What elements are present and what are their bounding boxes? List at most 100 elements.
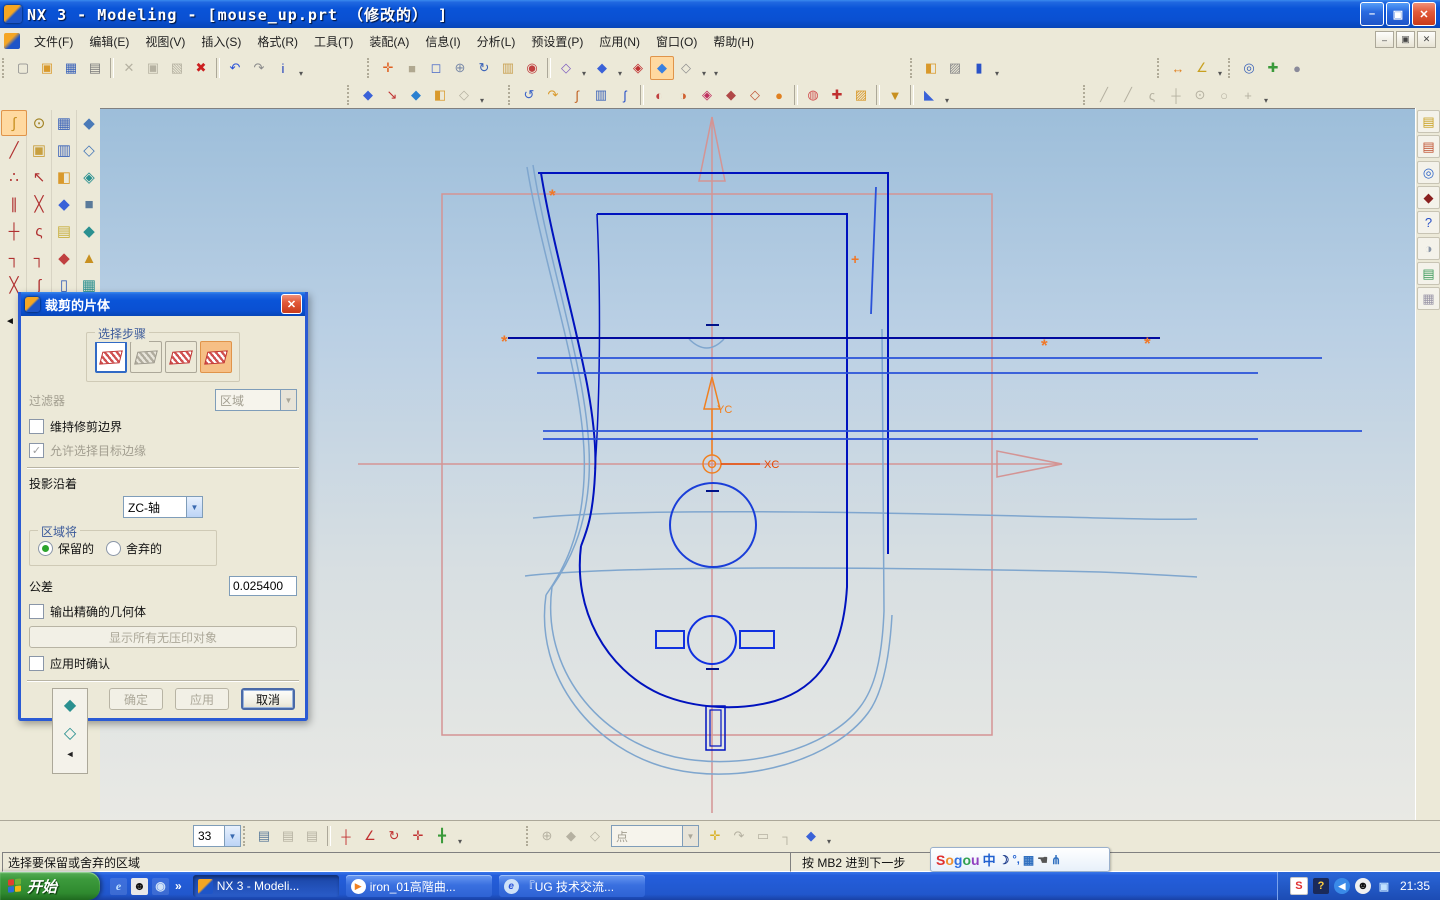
child-restore-button[interactable]: ▣ <box>1396 31 1415 48</box>
ime-mode-chinese[interactable]: 中 <box>983 850 996 869</box>
measure-angle-icon[interactable]: ∠ <box>1190 56 1214 80</box>
scroll-wheel-circle[interactable] <box>670 483 756 567</box>
face-analysis-display-icon[interactable]: ◈ <box>626 56 650 80</box>
hide-icons-chevron-icon[interactable]: ◀ <box>1334 878 1350 894</box>
point-set-icon[interactable]: ∴ <box>1 164 27 190</box>
form-feature-overflow[interactable]: ▾ <box>476 83 488 108</box>
mdi-child-icon[interactable] <box>4 33 20 49</box>
panel-collapse-arrow-icon[interactable]: ◄ <box>5 316 15 327</box>
soft-keyboard-icon[interactable]: ▦ <box>1023 853 1034 867</box>
sogou-logo[interactable]: Sogou <box>936 852 980 868</box>
parallel-line-icon[interactable]: ∥ <box>1 191 27 217</box>
wireframe-display-icon[interactable]: ◇ <box>554 56 578 80</box>
boundary-objects-step-button[interactable] <box>130 341 162 373</box>
toolbar-grip[interactable] <box>910 58 917 78</box>
extrude-body-icon[interactable]: ◧ <box>51 164 77 190</box>
measure-toolbar-overflow[interactable]: ▾ <box>1214 56 1226 81</box>
wcs-triad[interactable]: YC XC <box>703 377 779 473</box>
cancel-button[interactable]: 取消 <box>241 688 295 710</box>
fillet-curve-icon[interactable]: ┐ <box>1 245 27 271</box>
trim-sheet-dialog[interactable]: 裁剪的片体 ✕ 选择步骤 过滤器 区域 ▼ 维持修剪边界 <box>18 292 308 721</box>
restore-button[interactable]: ▣ <box>1386 2 1410 26</box>
sketch-icon[interactable]: ◆ <box>404 83 428 107</box>
menu-edit[interactable]: 编辑(E) <box>81 30 137 53</box>
studio-spline-icon[interactable]: ς <box>26 218 52 244</box>
punctuation-toggle[interactable]: °, <box>1012 854 1019 866</box>
perspective-icon[interactable]: ◉ <box>520 56 544 80</box>
menu-file[interactable]: 文件(F) <box>26 30 81 53</box>
utility-toolbar-overflow[interactable]: ▾ <box>454 824 466 849</box>
profile-sketch-icon[interactable]: ∫ <box>1 110 27 136</box>
surface-toolbar-overflow[interactable]: ▾ <box>941 83 953 108</box>
region-select-step-button[interactable] <box>200 341 232 373</box>
law-extension-icon[interactable]: ◈ <box>695 83 719 107</box>
copy-icon[interactable]: ▣ <box>141 56 165 80</box>
save-part-icon[interactable]: ▦ <box>59 56 83 80</box>
quilt-icon[interactable]: ✚ <box>825 83 849 107</box>
ruled-sheet-icon[interactable]: ◇ <box>76 137 102 163</box>
ime-settings-wrench-icon[interactable]: ⋔ <box>1051 853 1061 867</box>
child-minimize-button[interactable]: – <box>1375 31 1394 48</box>
paste-icon[interactable]: ▧ <box>165 56 189 80</box>
spline-curve-icon[interactable]: ς <box>1140 83 1164 107</box>
quick-trim-icon[interactable]: ╳ <box>26 191 52 217</box>
csys-constructor-icon[interactable]: ◆ <box>799 824 823 848</box>
module-icon[interactable]: ● <box>1285 56 1309 80</box>
curve-length-icon[interactable]: ▣ <box>26 137 52 163</box>
unite-icon[interactable]: ◇ <box>452 83 476 107</box>
shaded-dropdown-caret[interactable]: ▾ <box>614 56 626 81</box>
sogou-ime-bar[interactable]: Sogou 中 ☽ °, ▦ ☚ ⋔ <box>930 847 1110 872</box>
help-icon[interactable]: ? <box>1417 211 1440 234</box>
confirm-on-apply-checkbox[interactable] <box>29 656 44 671</box>
wcs-dynamics-icon[interactable]: ┼ <box>334 824 358 848</box>
keep-boundary-checkbox[interactable] <box>29 419 44 434</box>
layer-category-icon[interactable]: ▤ <box>300 824 324 848</box>
close-button[interactable]: ✕ <box>1412 2 1436 26</box>
sphere-surface-icon[interactable]: ● <box>767 83 791 107</box>
instance-feature-icon[interactable]: ◧ <box>428 83 452 107</box>
circle-center-icon[interactable]: ⊙ <box>1188 83 1212 107</box>
ime-menu-icon[interactable]: ☚ <box>1037 853 1048 867</box>
redo-icon[interactable]: ↷ <box>247 56 271 80</box>
part-toolbar-overflow[interactable]: ▾ <box>991 56 1003 81</box>
measure-bodies-icon[interactable]: ◆ <box>51 245 77 271</box>
fit-view-icon[interactable]: ✛ <box>376 56 400 80</box>
boolean-body-icon[interactable]: ◆ <box>51 191 77 217</box>
roles-palette-icon[interactable]: ▤ <box>1417 262 1440 285</box>
swept-icon[interactable]: ∫ <box>565 83 589 107</box>
menu-help[interactable]: 帮助(H) <box>705 30 762 53</box>
menu-tools[interactable]: 工具(T) <box>306 30 361 53</box>
vector-constructor-icon[interactable]: ┐ <box>775 824 799 848</box>
circle-curve-icon[interactable]: ○ <box>1212 83 1236 107</box>
minimize-button[interactable]: – <box>1360 2 1384 26</box>
point-constructor-icon[interactable]: ✛ <box>703 824 727 848</box>
taskbar-task-1[interactable]: NX 3 - Modeli... <box>193 875 339 897</box>
menu-insert[interactable]: 插入(S) <box>193 30 249 53</box>
information-window-icon[interactable]: i <box>271 56 295 80</box>
menu-format[interactable]: 格式(R) <box>249 30 306 53</box>
toolbar-grip[interactable] <box>243 826 250 846</box>
zoom-filled-icon[interactable]: ■ <box>400 56 424 80</box>
projection-vector-step-button[interactable] <box>165 341 197 373</box>
toolbar-grip[interactable] <box>1157 58 1164 78</box>
print-icon[interactable]: ▤ <box>83 56 107 80</box>
basic-curve-line-icon[interactable]: ╱ <box>1 137 27 163</box>
menu-preferences[interactable]: 预设置(P) <box>523 30 591 53</box>
materials-palette-icon[interactable]: ◆ <box>1417 186 1440 209</box>
open-part-icon[interactable]: ▣ <box>35 56 59 80</box>
ie-quick-launch-icon[interactable]: e <box>110 878 127 895</box>
partially-shaded-icon[interactable]: ◇ <box>674 56 698 80</box>
menu-view[interactable]: 视图(V) <box>137 30 193 53</box>
mini-toolbar-arrow-icon[interactable]: ◄ <box>66 749 75 759</box>
delete-icon[interactable]: ✖ <box>189 56 213 80</box>
plus-point-icon[interactable]: + <box>1236 83 1260 107</box>
network-tray-icon[interactable]: ▣ <box>1376 878 1392 894</box>
bottom-slot[interactable] <box>706 706 725 750</box>
taskbar-task-3[interactable]: e『UG 技术交流... <box>499 875 645 897</box>
confirm-on-apply-checkbox-row[interactable]: 应用时确认 <box>29 655 297 672</box>
line-curve-icon[interactable]: ╱ <box>1092 83 1116 107</box>
menu-window[interactable]: 窗口(O) <box>648 30 705 53</box>
web-browser-icon[interactable]: ◎ <box>1417 161 1440 184</box>
undo-icon[interactable]: ↶ <box>223 56 247 80</box>
fullwidth-moon-icon[interactable]: ☽ <box>999 853 1010 867</box>
